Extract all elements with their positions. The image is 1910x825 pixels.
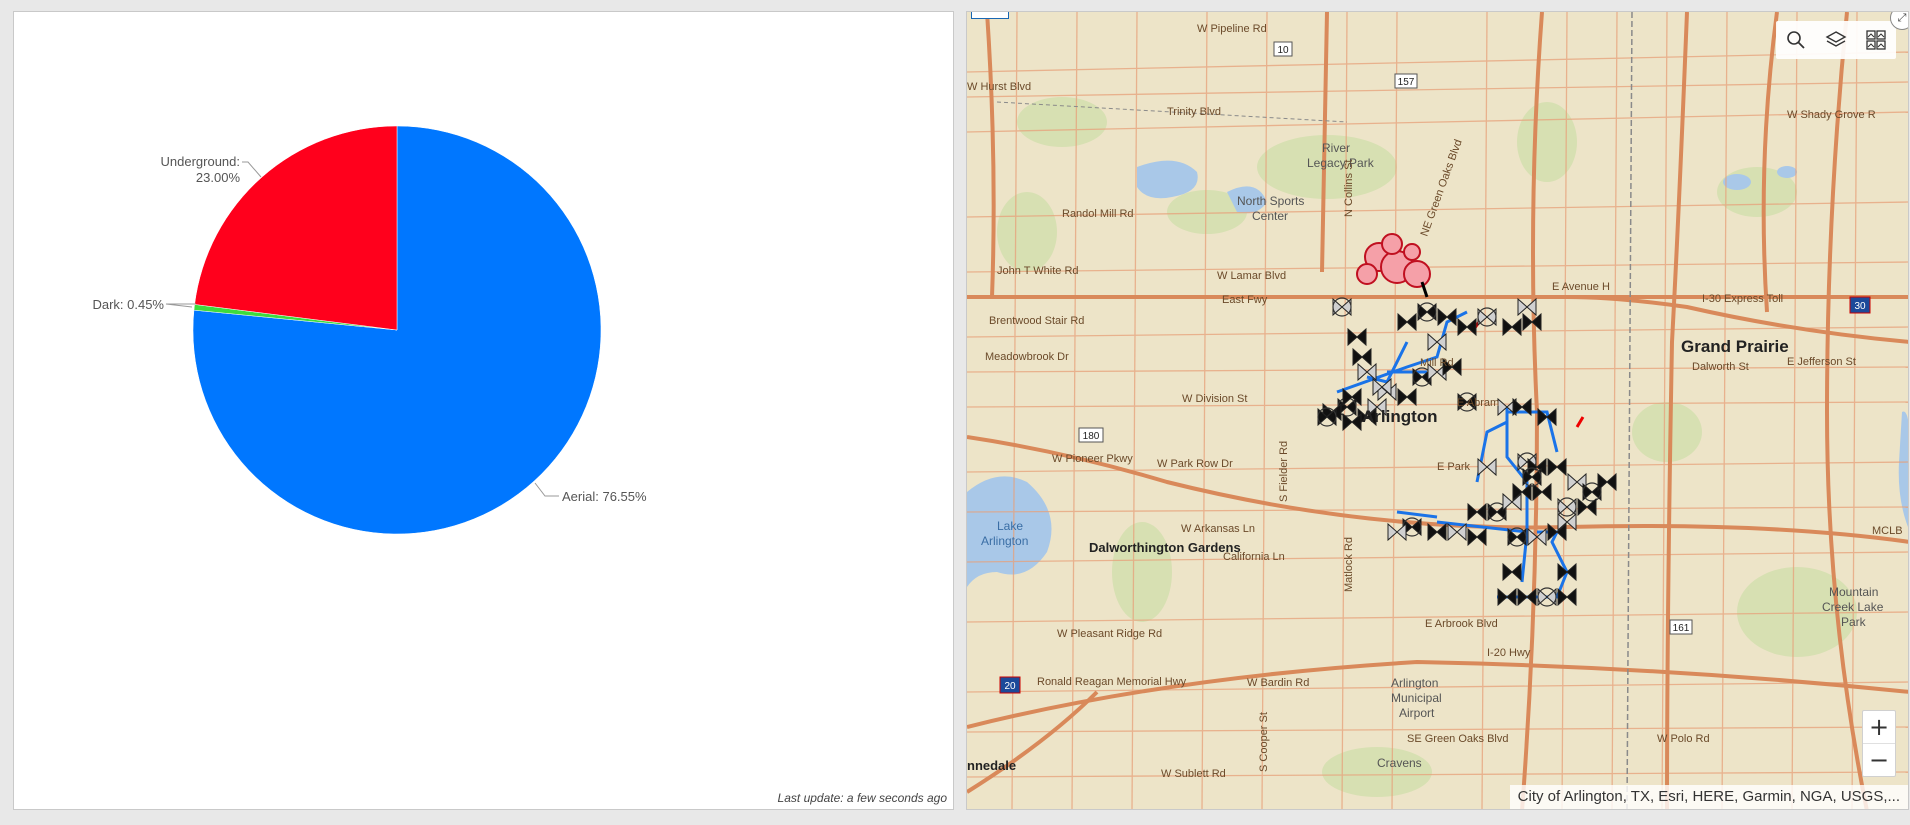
zoom-in-button[interactable]: + xyxy=(1863,711,1895,743)
svg-text:Airport: Airport xyxy=(1399,706,1435,720)
svg-text:161: 161 xyxy=(1673,623,1690,634)
svg-text:SE Green Oaks Blvd: SE Green Oaks Blvd xyxy=(1407,733,1509,745)
svg-text:E Avenue H: E Avenue H xyxy=(1552,281,1610,293)
svg-text:Dalworth St: Dalworth St xyxy=(1692,361,1749,373)
chart-panel: Aerial: 76.55% Dark: 0.45% Underground: … xyxy=(13,11,954,810)
search-button[interactable] xyxy=(1776,21,1816,59)
svg-text:John T White Rd: John T White Rd xyxy=(997,265,1079,277)
svg-text:W Pipeline Rd: W Pipeline Rd xyxy=(1197,23,1267,35)
layers-button[interactable] xyxy=(1816,21,1856,59)
svg-text:S Fielder Rd: S Fielder Rd xyxy=(1278,441,1290,502)
leader-line-underground xyxy=(242,161,262,178)
svg-text:Legacy Park: Legacy Park xyxy=(1307,156,1375,170)
pie-label-dark: Dark: 0.45% xyxy=(92,297,164,312)
svg-text:10: 10 xyxy=(1277,45,1289,56)
svg-text:MCLB: MCLB xyxy=(1872,525,1903,537)
svg-text:W Pioneer Pkwy: W Pioneer Pkwy xyxy=(1052,453,1133,465)
map-panel[interactable]: Arlington Grand Prairie Dalworthington G… xyxy=(966,11,1909,810)
svg-text:W Bardin Rd: W Bardin Rd xyxy=(1247,677,1309,689)
svg-text:Lake: Lake xyxy=(997,519,1023,533)
svg-text:California Ln: California Ln xyxy=(1223,551,1285,563)
svg-text:Arlington: Arlington xyxy=(1362,407,1438,426)
svg-text:East Fwy: East Fwy xyxy=(1222,294,1268,306)
svg-text:Matlock Rd: Matlock Rd xyxy=(1343,537,1355,592)
svg-text:Municipal: Municipal xyxy=(1391,691,1442,705)
map-canvas[interactable]: Arlington Grand Prairie Dalworthington G… xyxy=(967,12,1909,810)
basemap-gallery-icon xyxy=(1866,30,1886,50)
search-icon xyxy=(1787,31,1805,49)
pie-label-aerial: Aerial: 76.55% xyxy=(562,489,647,504)
svg-text:Grand Prairie: Grand Prairie xyxy=(1681,337,1789,356)
svg-text:Arlington: Arlington xyxy=(1391,676,1438,690)
svg-text:W Park Row Dr: W Park Row Dr xyxy=(1157,458,1233,470)
svg-text:Meadowbrook Dr: Meadowbrook Dr xyxy=(985,351,1069,363)
svg-text:E Park: E Park xyxy=(1437,461,1471,473)
svg-text:Creek Lake: Creek Lake xyxy=(1822,600,1884,614)
pie-label-underground: Underground: xyxy=(161,154,241,169)
svg-text:nnedale: nnedale xyxy=(967,758,1016,773)
svg-text:E Jefferson St: E Jefferson St xyxy=(1787,356,1856,368)
svg-text:20: 20 xyxy=(1004,681,1016,692)
svg-text:Trinity Blvd: Trinity Blvd xyxy=(1167,106,1221,118)
svg-text:I-20 Hwy: I-20 Hwy xyxy=(1487,647,1531,659)
svg-text:W Polo Rd: W Polo Rd xyxy=(1657,733,1710,745)
layers-icon xyxy=(1825,31,1847,47)
svg-text:N Collins St: N Collins St xyxy=(1343,160,1355,217)
svg-text:Ronald Reagan Memorial Hwy: Ronald Reagan Memorial Hwy xyxy=(1037,676,1187,688)
svg-text:W Sublett Rd: W Sublett Rd xyxy=(1161,768,1226,780)
svg-text:Mill Rd: Mill Rd xyxy=(1420,357,1454,369)
map-attribution[interactable]: City of Arlington, TX, Esri, HERE, Garmi… xyxy=(1509,785,1908,809)
svg-text:River: River xyxy=(1322,141,1350,155)
svg-text:180: 180 xyxy=(1083,431,1100,442)
svg-text:W Lamar Blvd: W Lamar Blvd xyxy=(1217,270,1286,282)
map-title-tab xyxy=(971,12,1009,19)
svg-text:Randol Mill Rd: Randol Mill Rd xyxy=(1062,208,1134,220)
svg-text:Center: Center xyxy=(1252,209,1288,223)
svg-text:W Hurst Blvd: W Hurst Blvd xyxy=(967,81,1031,93)
svg-text:157: 157 xyxy=(1398,77,1415,88)
svg-text:S Cooper St: S Cooper St xyxy=(1258,712,1270,772)
pie-chart: Aerial: 76.55% Dark: 0.45% Underground: … xyxy=(92,125,647,535)
zoom-out-button[interactable]: − xyxy=(1863,743,1895,776)
svg-text:Cravens: Cravens xyxy=(1377,756,1422,770)
svg-text:W Division St: W Division St xyxy=(1182,393,1247,405)
svg-text:W Shady Grove R: W Shady Grove R xyxy=(1787,109,1876,121)
leader-line-aerial xyxy=(534,482,559,497)
svg-text:W Pleasant Ridge Rd: W Pleasant Ridge Rd xyxy=(1057,628,1162,640)
last-update-text: Last update: a few seconds ago xyxy=(777,791,947,805)
svg-text:North Sports: North Sports xyxy=(1237,194,1304,208)
basemap-gallery-button[interactable] xyxy=(1856,21,1896,59)
svg-text:Arlington: Arlington xyxy=(981,534,1028,548)
svg-text:W Arkansas Ln: W Arkansas Ln xyxy=(1181,523,1255,535)
pie-label-underground-value: 23.00% xyxy=(196,170,241,185)
svg-text:Brentwood Stair Rd: Brentwood Stair Rd xyxy=(989,315,1084,327)
svg-text:I-30 Express Toll: I-30 Express Toll xyxy=(1702,293,1783,305)
svg-text:Mountain: Mountain xyxy=(1829,585,1878,599)
leader-line-dark xyxy=(165,303,196,308)
svg-text:E Arbrook Blvd: E Arbrook Blvd xyxy=(1425,618,1498,630)
svg-text:Park: Park xyxy=(1841,615,1867,629)
svg-text:30: 30 xyxy=(1854,301,1866,312)
map-toolbar xyxy=(1776,21,1896,59)
zoom-controls: + − xyxy=(1862,710,1896,777)
svg-text:E Abram: E Abram xyxy=(1457,397,1499,409)
svg-text:Dalworthington Gardens: Dalworthington Gardens xyxy=(1089,540,1241,555)
